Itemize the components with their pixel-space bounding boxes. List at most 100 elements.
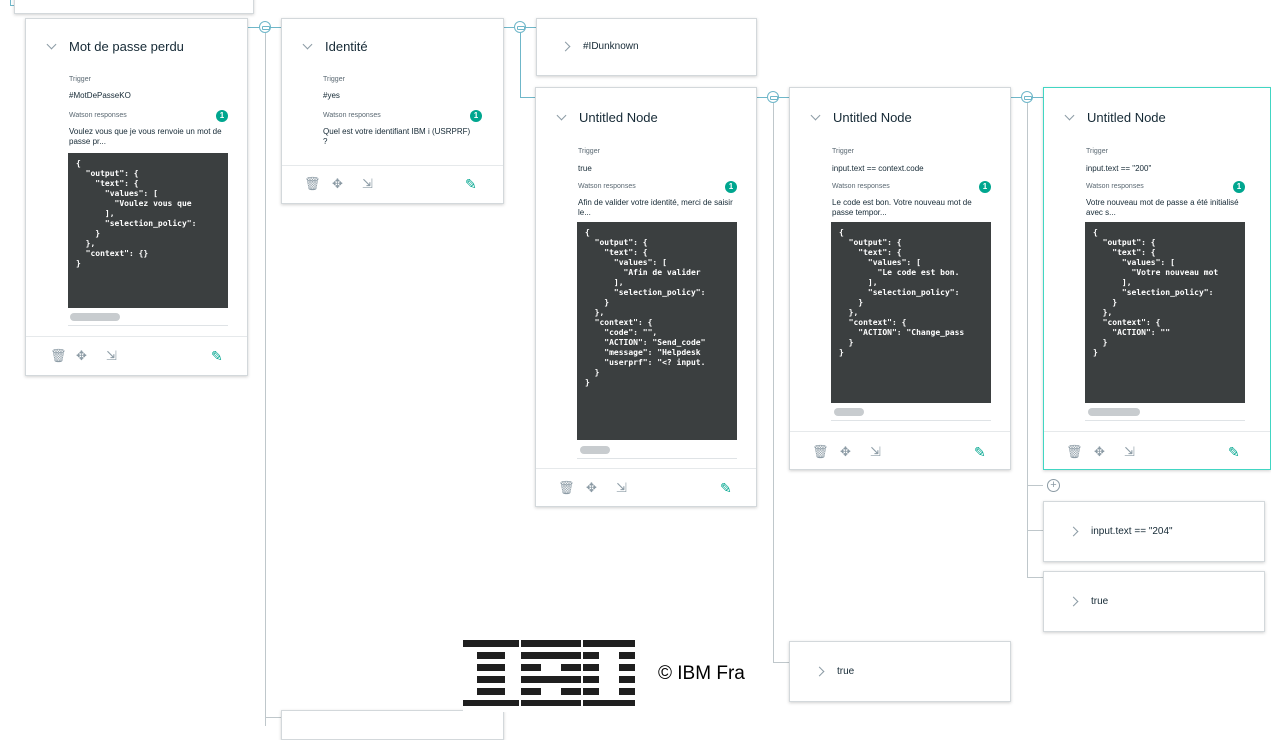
trigger-value: #MotDePasseKO: [69, 91, 131, 100]
json-editor[interactable]: { "output": { "text": { "values": [ "Vot…: [1085, 222, 1245, 403]
node-row[interactable]: true: [814, 666, 855, 677]
dialog-node-untitled-1[interactable]: Untitled Node Trigger true Watson respon…: [535, 87, 757, 507]
chevron-right-icon[interactable]: [560, 41, 571, 52]
json-editor[interactable]: { "output": { "text": { "values": [ "Vou…: [68, 153, 228, 308]
dialog-node-idunknown[interactable]: #IDunknown: [536, 18, 757, 76]
horizontal-scrollbar[interactable]: [834, 408, 864, 416]
move-icon[interactable]: ✥: [332, 177, 343, 191]
dialog-node-true-bottom[interactable]: true: [789, 641, 1011, 702]
response-preview: Quel est votre identifiant IBM i (USRPRF…: [323, 127, 471, 146]
move-icon[interactable]: ✥: [586, 481, 597, 495]
node-row[interactable]: #IDunknown: [560, 41, 639, 52]
node-title: true: [837, 666, 855, 677]
edit-pencil-icon[interactable]: ✎: [720, 481, 732, 495]
node-title: Untitled Node: [833, 110, 912, 125]
trigger-value: true: [578, 164, 592, 173]
trigger-value: input.text == context.code: [832, 164, 924, 173]
trigger-label: Trigger: [832, 148, 854, 155]
chevron-right-icon[interactable]: [1068, 596, 1079, 607]
edit-pencil-icon[interactable]: ✎: [1228, 445, 1240, 459]
chevron-down-icon[interactable]: [1064, 110, 1075, 121]
response-preview: Afin de valider votre identité, merci de…: [578, 198, 733, 217]
node-row[interactable]: input.text == "204": [1068, 526, 1173, 537]
chevron-down-icon[interactable]: [556, 110, 567, 121]
trash-icon[interactable]: 🗑: [812, 445, 829, 459]
jump-to-icon[interactable]: ⇲: [362, 177, 373, 191]
divider: [831, 420, 991, 421]
trash-icon[interactable]: 🗑: [558, 481, 575, 495]
response-count-badge: 1: [725, 181, 737, 193]
dialog-node-untitled-2[interactable]: Untitled Node Trigger input.text == cont…: [789, 87, 1011, 470]
node-title: input.text == "204": [1091, 526, 1173, 537]
node-title: Untitled Node: [579, 110, 658, 125]
move-icon[interactable]: ✥: [1094, 445, 1105, 459]
move-icon[interactable]: ✥: [76, 349, 87, 363]
response-preview: Le code est bon. Votre nouveau mot de pa…: [832, 198, 972, 217]
node-title: true: [1091, 596, 1109, 607]
response-count-badge: 1: [1233, 181, 1245, 193]
jump-to-icon[interactable]: ⇲: [106, 349, 117, 363]
node-title: Mot de passe perdu: [69, 39, 184, 54]
dialog-node-untitled-3[interactable]: Untitled Node Trigger input.text == "200…: [1043, 87, 1271, 470]
edit-pencil-icon[interactable]: ✎: [211, 349, 223, 363]
jump-to-icon[interactable]: ⇲: [616, 481, 627, 495]
node-title: Untitled Node: [1087, 110, 1166, 125]
dialog-node-true-right[interactable]: true: [1043, 571, 1265, 632]
jump-to-icon[interactable]: ⇲: [870, 445, 881, 459]
node-row[interactable]: true: [1068, 596, 1109, 607]
chevron-right-icon[interactable]: [1068, 526, 1079, 537]
dialog-node-mot-de-passe-perdu[interactable]: Mot de passe perdu Trigger #MotDePasseKO…: [25, 18, 248, 376]
trigger-label: Trigger: [323, 76, 345, 83]
response-count-badge: 1: [470, 110, 482, 122]
response-count-badge: 1: [979, 181, 991, 193]
chevron-down-icon[interactable]: [46, 39, 57, 50]
trigger-label: Trigger: [69, 76, 91, 83]
chevron-down-icon[interactable]: [810, 110, 821, 121]
trigger-label: Trigger: [1086, 148, 1108, 155]
branch-connector[interactable]: [259, 21, 271, 33]
responses-label: Watson responses: [832, 183, 890, 190]
dialog-node-identite[interactable]: Identité Trigger #yes Watson responses 1…: [281, 18, 504, 204]
responses-label: Watson responses: [69, 112, 127, 119]
trigger-value: input.text == "200": [1086, 164, 1152, 173]
branch-connector[interactable]: [767, 91, 779, 103]
edit-pencil-icon[interactable]: ✎: [974, 445, 986, 459]
footer-divider: [282, 165, 503, 166]
ibm-logo: [463, 640, 635, 712]
response-preview: Voulez vous que je vous renvoie un mot d…: [69, 127, 222, 146]
horizontal-scrollbar[interactable]: [1088, 408, 1140, 416]
horizontal-scrollbar[interactable]: [70, 313, 120, 321]
node-header[interactable]: Mot de passe perdu: [46, 39, 184, 54]
footer-divider: [1044, 431, 1270, 432]
node-header[interactable]: Untitled Node: [1064, 110, 1166, 125]
chevron-down-icon[interactable]: [302, 39, 313, 50]
json-editor[interactable]: { "output": { "text": { "values": [ "Le …: [831, 222, 991, 403]
responses-label: Watson responses: [1086, 183, 1144, 190]
trigger-value: #yes: [323, 91, 340, 100]
dialog-node-input-204[interactable]: input.text == "204": [1043, 501, 1265, 562]
responses-label: Watson responses: [323, 112, 381, 119]
node-header[interactable]: Untitled Node: [810, 110, 912, 125]
move-icon[interactable]: ✥: [840, 445, 851, 459]
trash-icon[interactable]: 🗑: [1066, 445, 1083, 459]
response-preview: Votre nouveau mot de passe a été initial…: [1086, 198, 1239, 217]
horizontal-scrollbar[interactable]: [580, 446, 610, 454]
divider: [1085, 420, 1245, 421]
json-editor[interactable]: { "output": { "text": { "values": [ "Afi…: [577, 222, 737, 440]
chevron-right-icon[interactable]: [814, 666, 825, 677]
branch-connector[interactable]: [514, 21, 526, 33]
edit-pencil-icon[interactable]: ✎: [465, 177, 477, 191]
jump-to-icon[interactable]: ⇲: [1124, 445, 1135, 459]
node-header[interactable]: Untitled Node: [556, 110, 658, 125]
branch-connector[interactable]: [1021, 91, 1033, 103]
response-count-badge: 1: [216, 110, 228, 122]
trash-icon[interactable]: 🗑: [50, 349, 67, 363]
trigger-label: Trigger: [578, 148, 600, 155]
node-header[interactable]: Identité: [302, 39, 368, 54]
divider: [577, 458, 737, 459]
trash-icon[interactable]: 🗑: [304, 177, 321, 191]
node-card-partial[interactable]: [14, 0, 254, 14]
node-card-partial[interactable]: [281, 710, 504, 740]
responses-label: Watson responses: [578, 183, 636, 190]
add-node-icon[interactable]: +: [1047, 479, 1060, 492]
